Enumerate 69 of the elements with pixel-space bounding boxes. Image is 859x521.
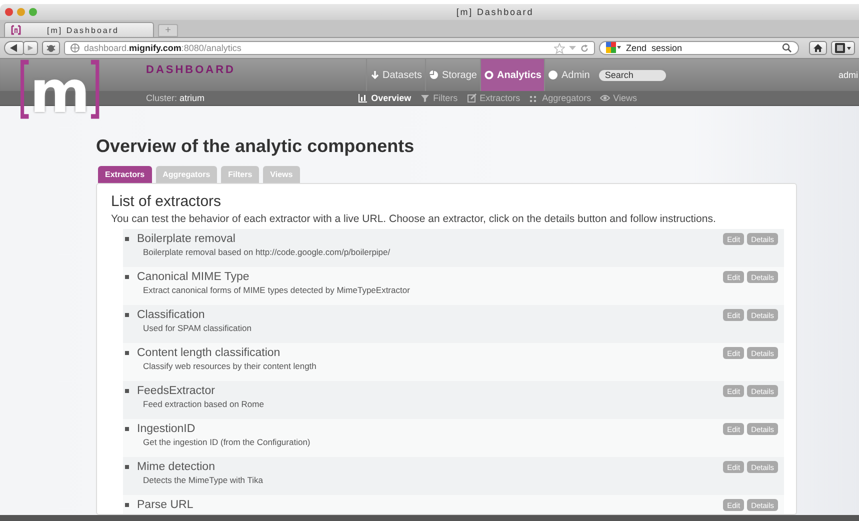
bullet-icon: [125, 275, 129, 279]
back-button[interactable]: [4, 41, 24, 55]
tab[interactable]: Extractors: [98, 166, 152, 183]
item-name: Classification: [137, 309, 205, 321]
window-title: [m] Dashboard: [455, 7, 535, 17]
bullet-icon: [125, 351, 129, 355]
bullet-icon: [125, 389, 129, 393]
brand-title: DASHBOARD: [146, 64, 236, 76]
subnav-link[interactable]: Views: [600, 93, 637, 103]
bullet-icon: [125, 465, 129, 469]
bullet-icon: [125, 427, 129, 431]
bullet-icon: [125, 313, 129, 317]
menu-button[interactable]: [831, 41, 855, 55]
item-description: Classify web resources by their content length: [143, 361, 316, 371]
item-name: Content length classification: [137, 347, 280, 359]
search-engine-field[interactable]: Zend session: [599, 41, 799, 55]
subnav-link[interactable]: Overview: [358, 93, 412, 103]
intro-text: You can test the behavior of each extractor with a live URL. Choose an extractor, click on the details button and follow instructions.: [111, 213, 717, 225]
subnav-link[interactable]: Extractors: [466, 93, 520, 103]
item-description: Used for SPAM classification: [143, 323, 252, 333]
search-engine-icon: [606, 42, 622, 54]
edit-icon: [466, 93, 477, 103]
bug-icon: [46, 43, 56, 53]
item-name: FeedsExtractor: [137, 385, 215, 397]
item-description: Get the ingestion ID (from the Configuration): [143, 437, 310, 447]
caret-icon[interactable]: [569, 45, 576, 51]
star-icon[interactable]: [554, 42, 565, 54]
home-icon: [813, 43, 823, 53]
favicon-icon: [11, 25, 21, 35]
item-name: Boilerplate removal: [137, 233, 236, 245]
window-icon: [835, 43, 851, 53]
subnav-link[interactable]: Filters: [420, 93, 458, 103]
search-icon[interactable]: [782, 43, 792, 53]
home-button[interactable]: [809, 41, 827, 55]
globe-icon: [70, 43, 80, 53]
forward-arrow-icon: [27, 44, 34, 52]
address-field[interactable]: dashboard.mignify.com:8080/analytics: [64, 41, 595, 55]
user-link[interactable]: admi: [838, 70, 858, 80]
item-description: Feed extraction based on Rome: [143, 399, 264, 409]
back-arrow-icon: [9, 43, 19, 53]
new-tab-button[interactable]: +: [158, 24, 178, 37]
cluster-label: Cluster: atrium: [146, 93, 205, 103]
item-description: Extract canonical forms of MIME types detected by MimeTypeExtractor: [143, 285, 410, 295]
reload-icon[interactable]: [580, 44, 589, 52]
item-name: Parse URL: [137, 499, 194, 511]
bug-button[interactable]: [42, 41, 60, 55]
item-name: Canonical MIME Type: [137, 271, 250, 283]
browser-tab[interactable]: [m] Dashboard: [4, 22, 154, 37]
search-field[interactable]: Search: [598, 70, 666, 80]
page-title: Overview of the analytic components: [96, 136, 416, 157]
eye-icon: [600, 93, 610, 103]
funnel-icon: [420, 93, 430, 103]
item-description: Detects the MimeType with Tika: [143, 475, 263, 485]
minimize-button[interactable]: [17, 8, 25, 16]
close-button[interactable]: [5, 8, 13, 16]
subnav-link[interactable]: Aggregators: [529, 93, 592, 103]
item-name: Mime detection: [137, 461, 215, 473]
item-name: IngestionID: [137, 423, 196, 435]
pie-chart-icon: [428, 70, 439, 80]
section-heading: List of extractors: [111, 193, 222, 210]
circle-icon: [548, 70, 558, 80]
nav-item[interactable]: Analytics: [480, 59, 544, 91]
item-description: Boilerplate removal based on http://code.google.com/p/boilerpipe/: [143, 247, 390, 257]
bullet-icon: [125, 503, 129, 507]
zoom-button[interactable]: [29, 8, 37, 16]
ring-icon: [484, 70, 494, 80]
bullet-icon: [125, 237, 129, 241]
bar-chart-icon: [358, 93, 368, 103]
down-arrow-icon: [370, 70, 380, 80]
